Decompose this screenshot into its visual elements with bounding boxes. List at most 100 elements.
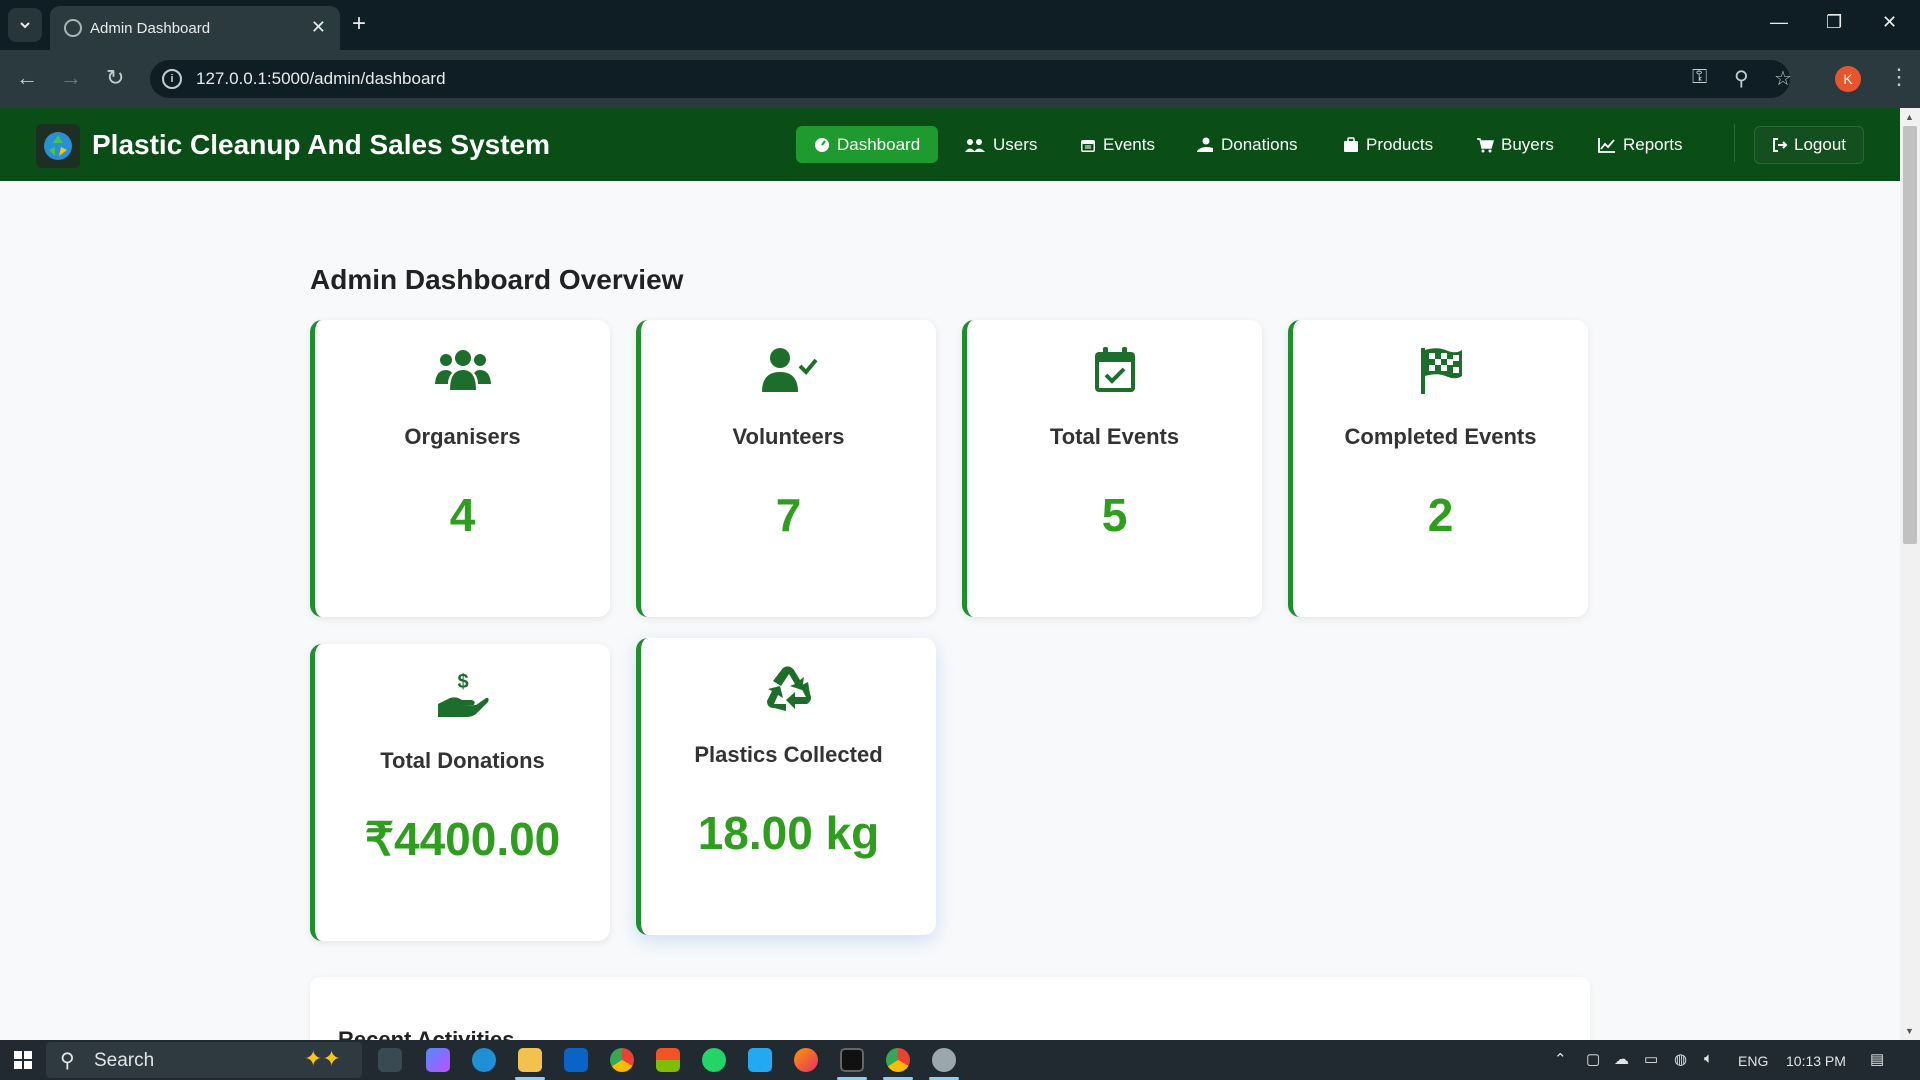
brand-title[interactable]: Plastic Cleanup And Sales System bbox=[92, 129, 550, 161]
stat-card-total-events[interactable]: Total Events 5 bbox=[962, 320, 1262, 617]
nav-reports-label: Reports bbox=[1623, 134, 1683, 154]
taskbar-search-placeholder: Search bbox=[94, 1050, 155, 1071]
nav-divider bbox=[1734, 124, 1735, 162]
nav-reports[interactable]: Reports bbox=[1588, 126, 1693, 163]
notifications-icon[interactable]: ▤ bbox=[1870, 1050, 1884, 1068]
nav-dashboard-label: Dashboard bbox=[837, 134, 921, 154]
logout-icon bbox=[1773, 138, 1788, 152]
nav-dashboard[interactable]: Dashboard bbox=[796, 126, 939, 163]
file-explorer-icon[interactable] bbox=[518, 1048, 542, 1072]
tray-chevron-icon[interactable]: ⌃ bbox=[1554, 1050, 1567, 1068]
windows-start-icon[interactable] bbox=[14, 1051, 32, 1069]
nav-donations[interactable]: Donations bbox=[1186, 126, 1308, 163]
stat-card-completed-events[interactable]: Completed Events 2 bbox=[1288, 320, 1588, 617]
nav-products-label: Products bbox=[1366, 134, 1434, 154]
box-icon bbox=[1344, 136, 1358, 152]
card-value: 4 bbox=[449, 489, 476, 541]
card-label: Organisers bbox=[404, 424, 521, 449]
copilot-icon[interactable] bbox=[426, 1048, 450, 1072]
minimize-icon[interactable]: — bbox=[1770, 12, 1788, 33]
close-tab-icon[interactable]: ✕ bbox=[311, 17, 326, 38]
new-tab-button[interactable]: + bbox=[352, 10, 366, 38]
search-icon: ⚲ bbox=[60, 1050, 75, 1072]
users-icon bbox=[965, 138, 985, 152]
stat-card-total-donations[interactable]: $ Total Donations ₹4400.00 bbox=[310, 644, 610, 941]
tab-title: Admin Dashboard bbox=[90, 19, 211, 37]
network-globe-icon[interactable]: ◍ bbox=[1674, 1050, 1687, 1068]
close-window-icon[interactable]: ✕ bbox=[1882, 12, 1897, 33]
battery-icon[interactable]: ▭ bbox=[1644, 1050, 1658, 1068]
card-value: 2 bbox=[1427, 489, 1454, 541]
card-value: 7 bbox=[775, 489, 802, 541]
restore-icon[interactable]: ❐ bbox=[1826, 12, 1842, 33]
hand-dollar-icon: $ bbox=[437, 671, 489, 717]
profile-avatar[interactable]: K bbox=[1835, 66, 1861, 92]
whatsapp-icon[interactable] bbox=[702, 1048, 726, 1072]
outlook-icon[interactable] bbox=[564, 1048, 588, 1072]
copilot-sparkle-icon[interactable]: ✦✦ bbox=[304, 1046, 341, 1072]
firefox-icon[interactable] bbox=[794, 1048, 818, 1072]
nav-events[interactable]: Events bbox=[1070, 126, 1165, 163]
card-label: Plastics Collected bbox=[694, 742, 883, 767]
card-value: ₹4400.00 bbox=[364, 813, 561, 865]
logout-button[interactable]: Logout bbox=[1754, 126, 1864, 164]
card-label: Total Donations bbox=[380, 748, 545, 773]
checkered-flag-icon bbox=[1420, 348, 1462, 394]
chart-line-icon bbox=[1598, 137, 1615, 153]
chevron-down-icon bbox=[20, 22, 30, 29]
language-indicator[interactable]: ENG bbox=[1738, 1053, 1768, 1069]
site-info-icon[interactable]: i bbox=[162, 69, 182, 89]
settings-app-icon[interactable] bbox=[932, 1048, 956, 1072]
dashboard-icon bbox=[815, 137, 829, 152]
stat-card-volunteers[interactable]: Volunteers 7 bbox=[636, 320, 936, 617]
calendar-check-icon bbox=[1094, 347, 1135, 392]
bookmark-star-icon[interactable]: ☆ bbox=[1774, 66, 1792, 91]
task-view-icon[interactable] bbox=[378, 1048, 402, 1072]
url-text[interactable]: 127.0.0.1:5000/admin/dashboard bbox=[196, 69, 446, 89]
browser-tab-active[interactable]: Admin Dashboard ✕ bbox=[50, 6, 340, 50]
vscode-icon[interactable] bbox=[748, 1048, 772, 1072]
globe-icon bbox=[64, 19, 82, 37]
tab-search-button[interactable] bbox=[8, 8, 42, 42]
stat-card-plastics-collected[interactable]: Plastics Collected 18.00 kg bbox=[636, 638, 936, 935]
forward-icon[interactable]: → bbox=[60, 66, 82, 90]
recycle-icon bbox=[766, 666, 811, 711]
cart-icon bbox=[1477, 137, 1494, 152]
meet-icon[interactable]: ▢ bbox=[1586, 1050, 1600, 1068]
back-icon[interactable]: ← bbox=[16, 66, 38, 90]
card-label: Completed Events bbox=[1344, 424, 1537, 449]
nav-buyers-label: Buyers bbox=[1501, 134, 1554, 154]
card-value: 5 bbox=[1101, 489, 1128, 541]
nav-events-label: Events bbox=[1103, 134, 1155, 154]
volume-icon[interactable]: 🔈︎ bbox=[1704, 1050, 1713, 1067]
chrome-icon[interactable] bbox=[610, 1048, 634, 1072]
recycle-logo-icon[interactable] bbox=[36, 124, 80, 168]
terminal-icon[interactable] bbox=[840, 1048, 864, 1072]
logout-label: Logout bbox=[1794, 135, 1846, 154]
calendar-icon bbox=[1081, 139, 1095, 152]
key-icon[interactable]: ⚿ bbox=[1692, 66, 1707, 89]
nav-users[interactable]: Users bbox=[954, 126, 1047, 163]
user-check-icon bbox=[761, 348, 818, 392]
edge-icon[interactable] bbox=[472, 1048, 496, 1072]
system-clock[interactable]: 10:13 PM bbox=[1786, 1053, 1846, 1069]
nav-buyers[interactable]: Buyers bbox=[1466, 126, 1564, 163]
users-group-icon bbox=[434, 350, 491, 390]
onedrive-icon[interactable]: ☁ bbox=[1614, 1050, 1629, 1068]
card-value: 18.00 kg bbox=[697, 807, 880, 859]
chrome-active-icon[interactable] bbox=[886, 1048, 910, 1072]
browser-menu-icon[interactable]: ⋮ bbox=[1888, 64, 1910, 90]
nav-products[interactable]: Products bbox=[1333, 126, 1443, 163]
page-title: Admin Dashboard Overview bbox=[310, 264, 684, 295]
svg-text:$: $ bbox=[457, 671, 468, 693]
reload-icon[interactable]: ↻ bbox=[106, 66, 124, 90]
nav-donations-label: Donations bbox=[1221, 134, 1298, 154]
stat-card-organisers[interactable]: Organisers 4 bbox=[310, 320, 610, 617]
card-label: Volunteers bbox=[732, 424, 845, 449]
zoom-icon[interactable]: ⚲ bbox=[1734, 66, 1749, 91]
scroll-down-icon[interactable]: ▼ bbox=[1905, 1026, 1914, 1036]
scrollbar-thumb[interactable] bbox=[1903, 126, 1917, 544]
store-icon[interactable] bbox=[656, 1048, 680, 1072]
donation-icon bbox=[1197, 137, 1213, 152]
scroll-up-icon[interactable]: ▲ bbox=[1905, 112, 1914, 122]
